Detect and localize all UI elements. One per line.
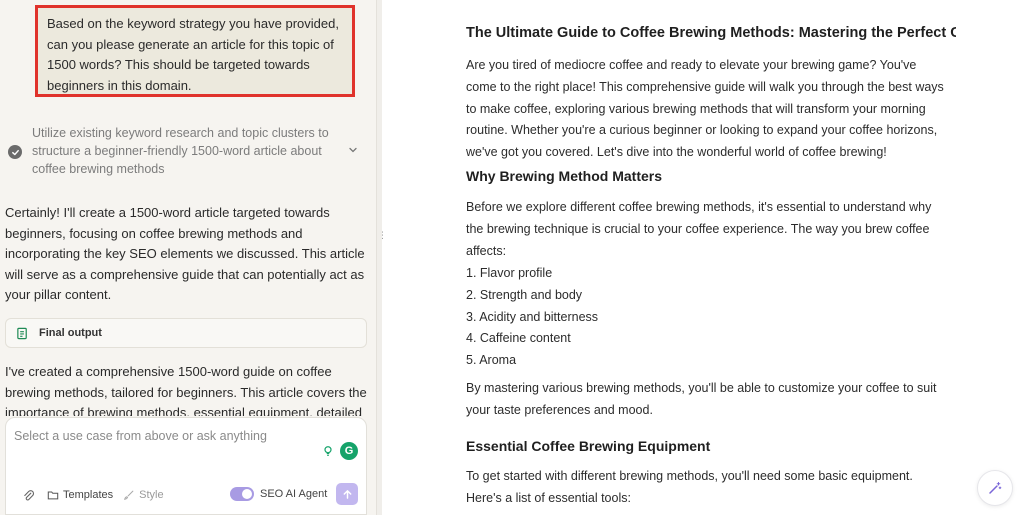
user-prompt-bubble: Based on the keyword strategy you have p…	[35, 5, 355, 97]
list-item: 5. Aroma	[466, 353, 517, 368]
ai-assist-button[interactable]	[977, 470, 1013, 506]
section-paragraph-why-brewing: Before we explore different coffee brewi…	[466, 200, 932, 258]
templates-button[interactable]: Templates	[47, 489, 113, 501]
chevron-down-icon[interactable]	[347, 144, 359, 156]
list-item: 1. Flavor profile	[466, 266, 553, 280]
seo-agent-toggle[interactable]	[230, 487, 254, 501]
list-item: 3. Acidity and bitterness	[466, 309, 599, 324]
assistant-summary: I've created a comprehensive 1500-word g…	[5, 364, 367, 416]
resize-handle-icon[interactable]: ⋮	[378, 231, 387, 240]
paperclip-icon[interactable]	[22, 489, 35, 502]
grammarly-icon[interactable]: G	[340, 442, 358, 460]
style-button[interactable]: Style	[123, 489, 164, 501]
folder-icon	[47, 491, 59, 500]
list-item: 4. Caffeine content	[466, 331, 571, 346]
magic-wand-icon	[989, 481, 1002, 494]
article-intro: Are you tired of mediocre coffee and rea…	[466, 58, 944, 160]
agent-step[interactable]: Utilize existing keyword research and to…	[8, 124, 368, 178]
assistant-reply: Certainly! I'll create a 1500-word artic…	[5, 205, 365, 302]
section-paragraph-equipment: To get started with different brewing me…	[466, 469, 913, 505]
chat-panel: Based on the keyword strategy you have p…	[0, 0, 376, 515]
chat-composer: G Templates Style SEO AI Agent	[5, 417, 367, 515]
section-heading-why-brewing: Why Brewing Method Matters	[466, 168, 663, 184]
style-label: Style	[139, 489, 164, 501]
seo-agent-label: SEO AI Agent	[260, 488, 328, 500]
chat-input[interactable]	[14, 426, 314, 446]
document-icon	[17, 327, 27, 339]
lightbulb-icon[interactable]	[319, 442, 337, 460]
section-heading-equipment: Essential Coffee Brewing Equipment	[466, 438, 711, 454]
section-closing-paragraph: By mastering various brewing methods, yo…	[466, 381, 937, 417]
brewing-effects-list: 1. Flavor profile 2. Strength and body 3…	[466, 263, 598, 372]
list-item: 2. Strength and body	[466, 287, 583, 302]
article-title: The Ultimate Guide to Coffee Brewing Met…	[466, 25, 956, 41]
agent-step-text: Utilize existing keyword research and to…	[32, 126, 329, 176]
article-document: The Ultimate Guide to Coffee Brewing Met…	[466, 0, 956, 515]
check-circle-icon	[8, 145, 22, 159]
final-output-card[interactable]: Final output	[5, 318, 367, 348]
brush-icon	[124, 490, 134, 500]
arrow-up-icon	[343, 489, 351, 499]
final-output-label: Final output	[39, 327, 102, 339]
templates-label: Templates	[63, 489, 114, 501]
send-button[interactable]	[336, 483, 358, 505]
panel-divider[interactable]	[376, 0, 382, 515]
